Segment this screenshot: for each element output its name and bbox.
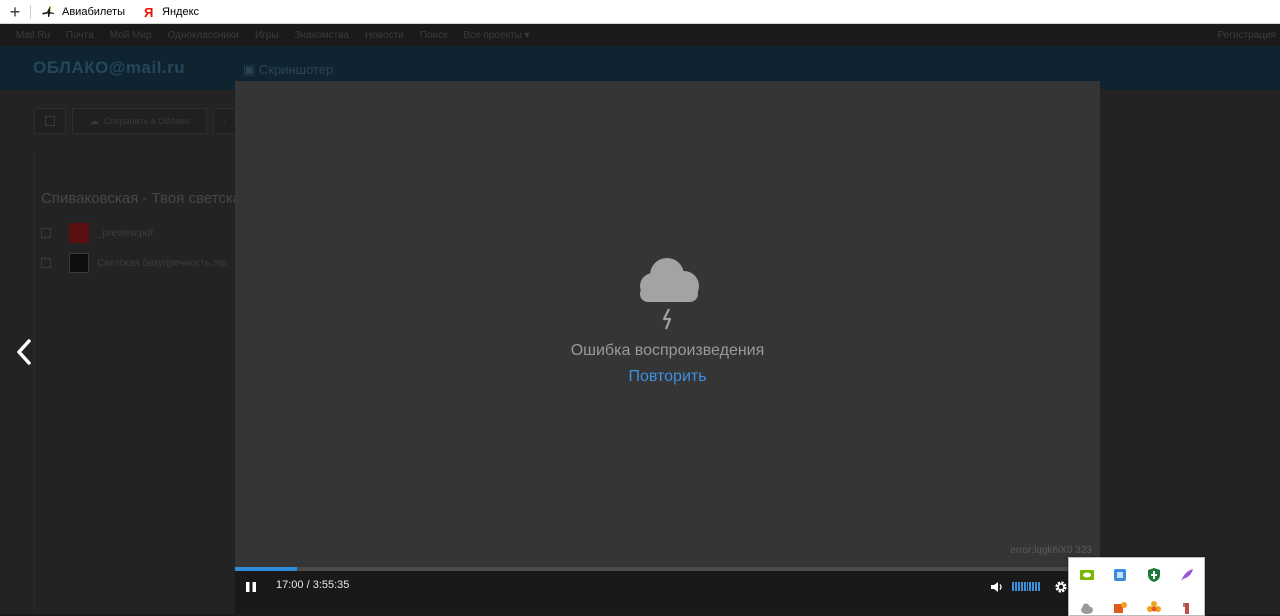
playback-error: Ошибка воспроизведения Повторить: [235, 256, 1100, 386]
volume-icon[interactable]: [990, 580, 1004, 594]
bookmarks-bar: + Авиабилеты Я Яндекс: [0, 0, 1280, 24]
pdf-icon: [69, 223, 89, 243]
bookmark-label: Авиабилеты: [62, 5, 126, 18]
file-name: _preview.pdf: [97, 227, 154, 239]
storm-cloud-icon: [639, 258, 699, 330]
yandex-icon: Я: [144, 5, 153, 19]
nav-item: Поиск: [419, 29, 448, 41]
nav-item: Знакомства: [294, 29, 349, 41]
volume-bar: [1032, 582, 1035, 591]
nav-item: Все проекты ▾: [463, 29, 530, 41]
shield-icon[interactable]: [1146, 567, 1162, 583]
gear-icon[interactable]: [1054, 580, 1068, 594]
register-link: Регистрация: [1217, 29, 1276, 41]
volume-bar: [1029, 582, 1032, 591]
volume-bar: [1012, 582, 1014, 591]
separator: [30, 4, 31, 19]
file-row: _preview.pdf: [41, 223, 153, 243]
folder-title: Спиваковская - Твоя светска: [41, 190, 242, 207]
nav-item: Mail.Ru: [16, 29, 50, 41]
video-file-icon: [69, 253, 89, 273]
bookmark-label: Яндекс: [162, 5, 200, 18]
nav-item: Новости: [364, 29, 404, 41]
volume-bar: [1017, 582, 1020, 591]
volume-slider[interactable]: [1012, 582, 1041, 591]
file-checkbox: [41, 258, 51, 268]
download-button: ↓: [213, 108, 236, 134]
portal-nav: Mail.Ru Почта Мой Мир Одноклассники Игры…: [0, 24, 1280, 46]
screenshoter-link: ▣ Скриншотер: [243, 62, 334, 77]
feather-icon[interactable]: [1179, 567, 1195, 583]
bookmark-aviabilety[interactable]: Авиабилеты: [41, 5, 125, 19]
retry-link[interactable]: Повторить: [628, 368, 706, 386]
time-display: 17:00 / 3:55:35: [276, 579, 350, 591]
svg-text:Я: Я: [144, 5, 153, 19]
cloud-logo: ОБЛАКО@mail.ru: [33, 58, 186, 77]
volume-bar: [1023, 582, 1026, 591]
file-checkbox: [41, 228, 51, 238]
camera-icon: ▣: [243, 62, 256, 77]
plane-icon: [42, 5, 54, 17]
nav-item: Почта: [65, 29, 94, 41]
volume-bar: [1035, 582, 1038, 591]
tray-popup: [1068, 557, 1205, 616]
video-player[interactable]: Ошибка воспроизведения Повторить error:l…: [235, 81, 1100, 614]
pause-icon[interactable]: [244, 580, 258, 594]
new-tab-button[interactable]: +: [0, 2, 30, 22]
save-to-cloud-button: ☁ Сохранить в Облако: [72, 108, 207, 134]
select-all-checkbox: [34, 108, 66, 134]
network-icon[interactable]: [1112, 567, 1128, 583]
nav-item: Мой Мир: [109, 29, 152, 41]
nav-item: Игры: [254, 29, 279, 41]
error-message: Ошибка воспроизведения: [570, 342, 765, 359]
volume-bar: [1014, 582, 1017, 591]
file-name: Светская безупречность.mp: [97, 257, 227, 269]
bookmark-yandex[interactable]: Я Яндекс: [141, 5, 199, 19]
player-controls: 17:00 / 3:55:35: [235, 571, 1100, 614]
cloud-upload-icon: ☁: [89, 115, 99, 126]
volume-bar: [1038, 582, 1041, 591]
file-panel: [34, 152, 241, 614]
previous-arrow-icon[interactable]: [12, 338, 38, 366]
nav-item: Одноклассники: [167, 29, 239, 41]
file-row: Светская безупречность.mp: [41, 253, 227, 273]
volume-bar: [1020, 582, 1023, 591]
nvidia-icon[interactable]: [1079, 567, 1095, 583]
download-icon: ↓: [222, 116, 228, 126]
error-code: error:lqgk6iX0 323: [1010, 545, 1092, 556]
volume-bar: [1026, 582, 1029, 591]
